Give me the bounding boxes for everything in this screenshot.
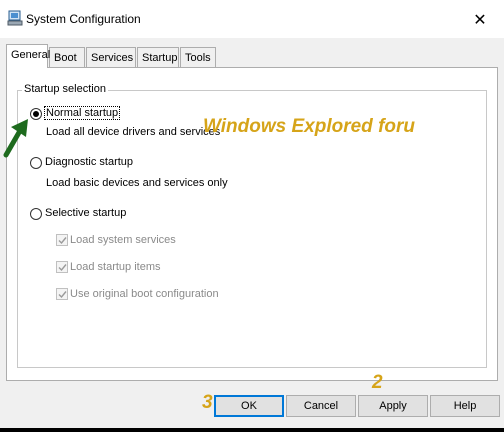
window-title: System Configuration [26,12,141,26]
load-startup-items-checkbox[interactable] [56,261,68,273]
diagnostic-startup-label[interactable]: Diagnostic startup [45,156,133,168]
tab-general[interactable]: General [6,44,50,68]
load-system-services-label: Load system services [70,234,176,246]
selective-startup-radio[interactable] [30,208,42,220]
tab-boot[interactable]: Boot [49,47,85,67]
cancel-button[interactable]: Cancel [286,395,356,417]
use-original-boot-config-checkbox[interactable] [56,288,68,300]
check-icon [58,291,67,299]
use-original-boot-config-label: Use original boot configuration [70,288,219,300]
normal-startup-label[interactable]: Normal startup [44,106,121,120]
close-icon[interactable]: ✕ [470,10,490,30]
title-bar: System Configuration ✕ [0,0,504,38]
system-configuration-window: System Configuration ✕ General Boot Serv… [0,0,504,428]
arrow-icon [3,119,28,158]
apply-button[interactable]: Apply [358,395,428,417]
selective-startup-label[interactable]: Selective startup [45,207,126,219]
step-number-apply: 2 [372,372,383,393]
group-label: Startup selection [22,83,108,95]
bottom-strip [0,428,504,432]
tab-tools[interactable]: Tools [180,47,216,67]
help-button[interactable]: Help [430,395,500,417]
load-startup-items-label: Load startup items [70,261,161,273]
diagnostic-startup-description: Load basic devices and services only [46,177,228,189]
check-icon [58,264,67,272]
tab-startup[interactable]: Startup [137,47,179,67]
tab-services[interactable]: Services [86,47,136,67]
system-config-icon [7,10,23,26]
load-system-services-checkbox[interactable] [56,234,68,246]
normal-startup-description: Load all device drivers and services [46,126,221,138]
step-number-ok: 3 [202,392,213,413]
ok-button[interactable]: OK [214,395,284,417]
watermark-text: Windows Explored foru [203,116,415,137]
check-icon [58,237,67,245]
